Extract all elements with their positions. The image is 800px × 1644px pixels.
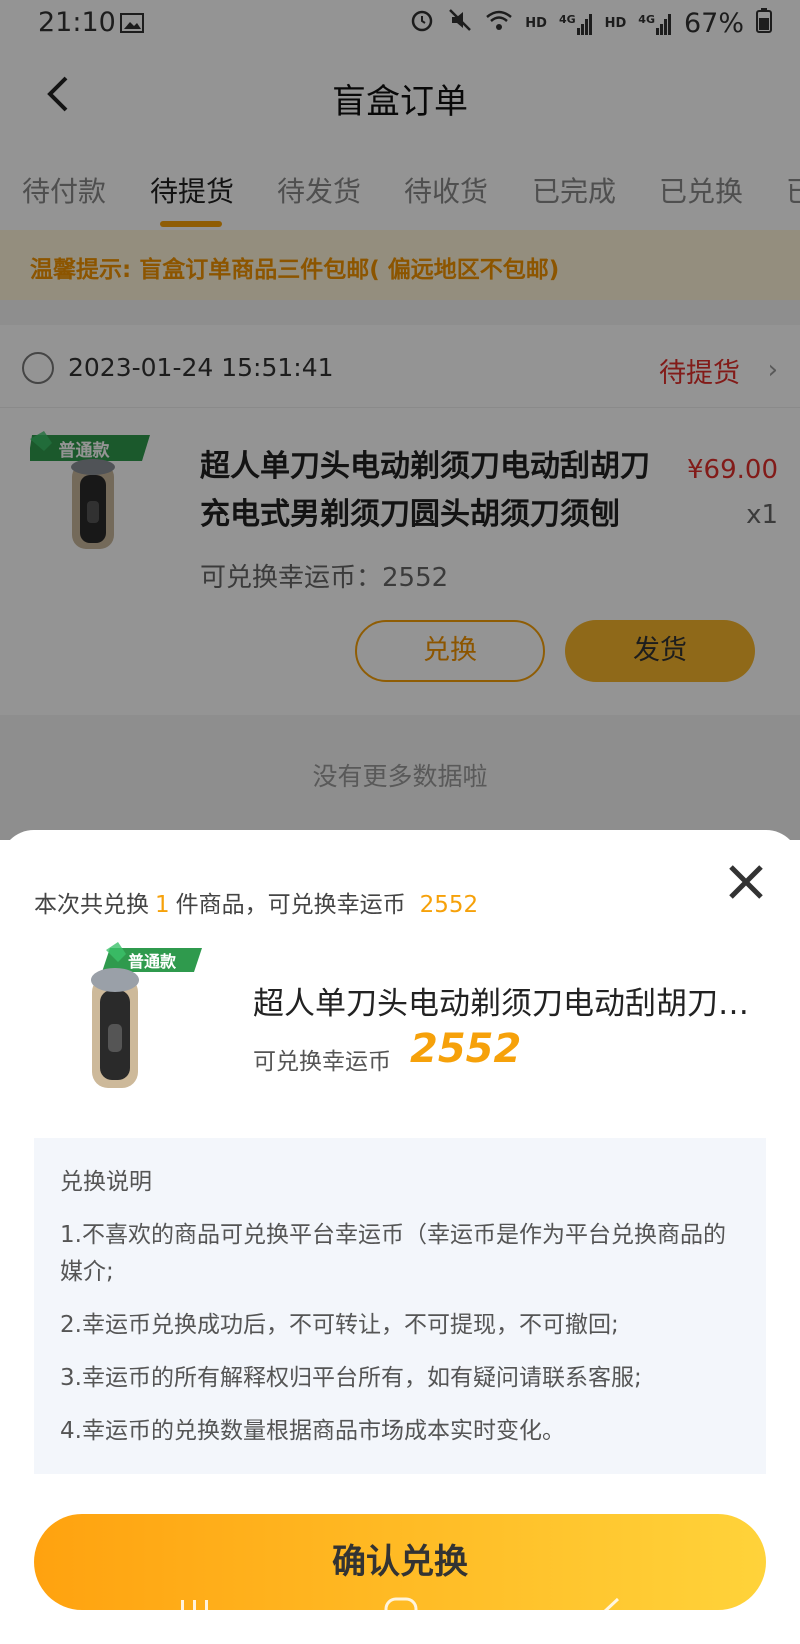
exchange-rules: 兑换说明 1.不喜欢的商品可兑换平台幸运币（幸运币是作为平台兑换商品的媒介; 2… (34, 1138, 766, 1474)
close-icon[interactable] (726, 862, 766, 902)
sheet-product-name: 超人单刀头电动剃须刀电动刮胡刀… (253, 986, 749, 1022)
summary-coins: 2552 (419, 892, 479, 918)
home-icon[interactable] (383, 1596, 419, 1636)
back-icon[interactable] (598, 1596, 624, 1636)
system-nav-bar (0, 1590, 800, 1644)
sheet-product-badge: 普通款 (128, 952, 177, 971)
exchange-summary: 本次共兑换 1 件商品，可兑换幸运币 2552 (34, 892, 479, 918)
rule-item: 2.幸运币兑换成功后，不可转让，不可提现，不可撤回; (60, 1312, 619, 1338)
exchange-sheet: 本次共兑换 1 件商品，可兑换幸运币 2552 普通款 超人单刀头电动剃须刀电动刮胡刀… (0, 830, 800, 1644)
rules-title: 兑换说明 (60, 1169, 152, 1195)
sheet-product-image: 普通款 (80, 938, 210, 1102)
rule-item: 1.不喜欢的商品可兑换平台幸运币（幸运币是作为平台兑换商品的媒介; (60, 1222, 726, 1285)
sheet-coins-label: 可兑换幸运币 (253, 1049, 391, 1075)
recents-icon[interactable] (178, 1596, 212, 1634)
rule-item: 4.幸运币的兑换数量根据商品市场成本实时变化。 (60, 1418, 565, 1444)
sheet-coins-value: 2552 (410, 1026, 522, 1072)
modal-overlay[interactable] (0, 0, 800, 840)
rule-item: 3.幸运币的所有解释权归平台所有，如有疑问请联系客服; (60, 1365, 642, 1391)
summary-count: 1 (155, 892, 170, 918)
